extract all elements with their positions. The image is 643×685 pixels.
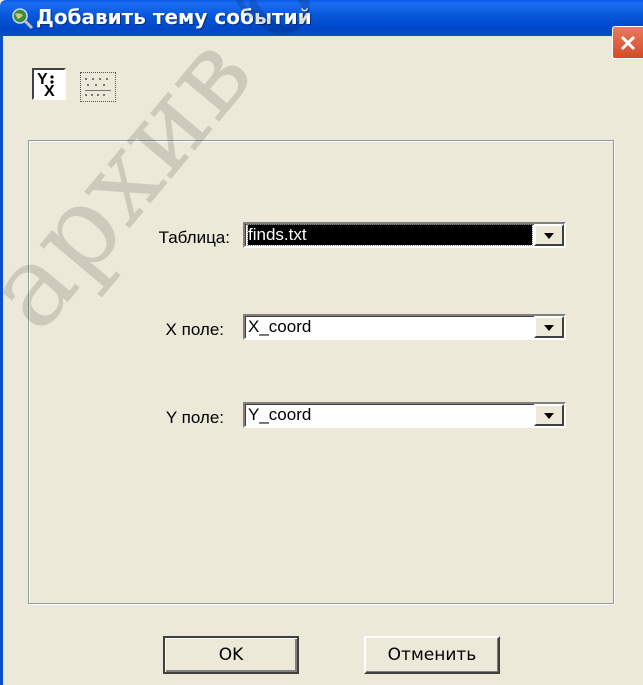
y-field-select[interactable]: Y_coord	[243, 402, 566, 428]
window-title: Добавить тему событий	[36, 5, 312, 29]
close-icon	[620, 35, 636, 51]
options-group-frame	[28, 140, 614, 604]
close-button[interactable]	[612, 26, 643, 59]
table-dots-icon	[85, 78, 111, 96]
x-field-select-value: X_coord	[248, 317, 312, 336]
x-field-select[interactable]: X_coord	[243, 314, 566, 340]
ok-button[interactable]: OK	[163, 636, 299, 674]
table-select-value: finds.txt	[247, 224, 533, 246]
cancel-button[interactable]: Отменить	[364, 636, 500, 674]
x-field-label: X поле:	[165, 320, 224, 339]
table-mode-button[interactable]	[80, 72, 116, 102]
table-label: Таблица:	[158, 228, 230, 247]
chevron-down-icon	[544, 413, 554, 419]
table-select[interactable]: finds.txt	[243, 222, 566, 248]
y-field-select-value: Y_coord	[248, 405, 312, 424]
x-field-dropdown-button[interactable]	[534, 316, 564, 338]
y-field-dropdown-button[interactable]	[534, 404, 564, 426]
add-event-theme-dialog: Добавить тему событий Y X Таблица: finds…	[0, 0, 643, 685]
chevron-down-icon	[544, 325, 554, 331]
xy-mode-button[interactable]: Y X	[32, 68, 66, 100]
svg-text:X: X	[44, 83, 55, 98]
y-field-label: Y поле:	[165, 408, 224, 427]
chevron-down-icon	[544, 233, 554, 239]
globe-magnifier-icon	[12, 8, 34, 30]
xy-icon: Y X	[37, 71, 55, 100]
table-select-dropdown-button[interactable]	[534, 224, 564, 246]
title-bar[interactable]: Добавить тему событий	[0, 0, 643, 36]
window-left-border	[0, 36, 3, 685]
